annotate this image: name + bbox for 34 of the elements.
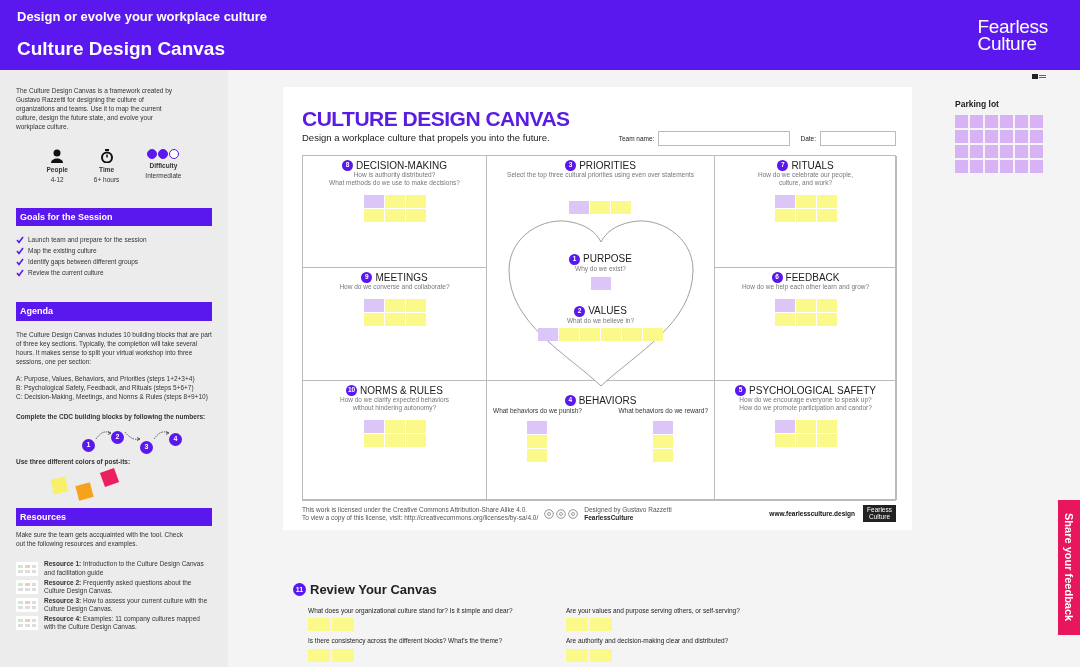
parking-lot-title: Parking lot (955, 98, 1000, 111)
logo-icon (1032, 74, 1046, 80)
difficulty-dot (169, 149, 180, 160)
header-title: Culture Design Canvas (17, 37, 226, 61)
input-field[interactable] (658, 131, 791, 146)
dashed-arrow-icon (95, 428, 111, 442)
header-subtitle: Design or evolve your workplace culture (17, 7, 267, 26)
canvas-subtitle: Design a workplace culture that propels you into the future. (302, 131, 550, 146)
section-heading: Agenda (16, 302, 212, 321)
feedback-tab[interactable]: Share your feedback (1058, 500, 1080, 635)
review-title: Review Your Canvas (310, 581, 437, 599)
block-title: VALUES (588, 306, 627, 317)
difficulty-dot (158, 149, 169, 160)
input-field[interactable] (820, 131, 896, 146)
thumbnail-icon (16, 579, 38, 594)
difficulty-dot (147, 149, 158, 160)
block-title: PRIORITIES (579, 160, 636, 171)
block-title: MEETINGS (375, 272, 428, 283)
stopwatch-icon (99, 149, 114, 164)
thumbnail-icon (16, 616, 38, 631)
canvas-title: CULTURE DESIGN CANVAS (302, 108, 571, 129)
section-heading: Goals for the Session (16, 207, 212, 227)
block-title: PSYCHOLOGICAL SAFETY (749, 385, 876, 396)
thumbnail-icon (16, 598, 38, 613)
thumbnail-icon (16, 561, 38, 576)
block-title: RITUALS (791, 160, 834, 171)
block-title: NORMS & RULES (360, 385, 443, 396)
dashed-arrow-icon (153, 428, 169, 442)
brand-logo: Fearless Culture (977, 18, 1048, 52)
block-title: BEHAVIORS (578, 395, 637, 406)
section-heading: Resources (16, 507, 212, 527)
block-title: DECISION-MAKING (355, 160, 448, 171)
block-title: FEEDBACK (785, 272, 840, 283)
block-title: PURPOSE (583, 254, 632, 265)
